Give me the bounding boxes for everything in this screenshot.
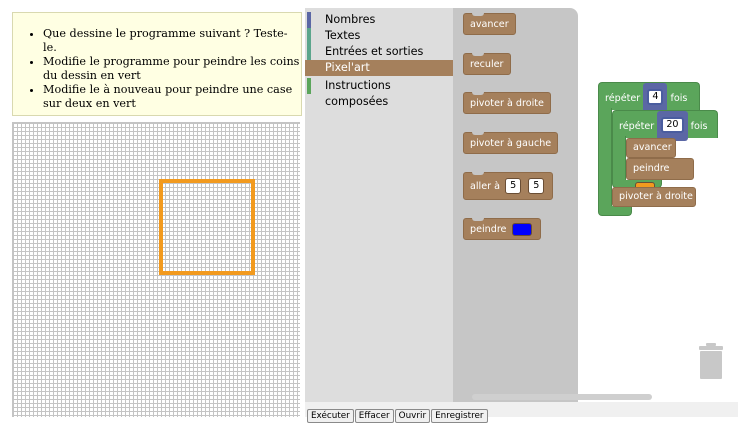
instruction-item: Modifie le programme pour peindre les co…	[43, 55, 301, 83]
block-reculer[interactable]: reculer	[463, 53, 511, 75]
category-nombres[interactable]: Nombres	[305, 12, 453, 28]
open-button[interactable]: Ouvrir	[394, 409, 431, 423]
block-label: reculer	[470, 59, 504, 70]
category-label: Pixel'art	[325, 61, 370, 74]
block-label: peindre	[633, 163, 670, 174]
drawn-orange-square	[159, 179, 255, 275]
repeat-count-slot: 20	[657, 111, 688, 141]
x-input[interactable]: 5	[505, 178, 522, 194]
save-button[interactable]: Enregistrer	[431, 409, 488, 423]
block-avancer[interactable]: avancer	[463, 13, 516, 35]
repeat-inner-arm	[612, 136, 626, 184]
category-color-swatch	[307, 28, 311, 44]
block-pivoter-droite[interactable]: pivoter à droite	[463, 92, 551, 114]
block-label: pivoter à gauche	[470, 138, 552, 149]
block-avancer-ws[interactable]: avancer	[626, 138, 676, 158]
blockly-toolbox: Nombres Textes Entrées et sorties Pixel'…	[305, 8, 453, 402]
block-peindre[interactable]: peindre	[463, 218, 541, 240]
repeat-inner-block[interactable]: répéter 20 fois	[612, 110, 718, 141]
category-textes[interactable]: Textes	[305, 28, 453, 44]
color-picker-blue[interactable]	[511, 222, 532, 236]
block-label: avancer	[633, 142, 672, 153]
category-pixelart[interactable]: Pixel'art	[305, 60, 453, 76]
pixel-grid-canvas	[12, 122, 300, 417]
blockly-flyout: avancer reculer pivoter à droite pivoter…	[453, 8, 578, 402]
instructions-panel: Que dessine le programme suivant ? Teste…	[12, 12, 302, 116]
block-label: peindre	[470, 224, 507, 235]
category-instructions-composees[interactable]: Instructions composées	[305, 78, 453, 108]
instructions-list: Que dessine le programme suivant ? Teste…	[13, 27, 301, 111]
block-peindre-ws[interactable]: peindre	[626, 158, 694, 195]
repeat-outer-arm	[598, 108, 612, 212]
block-aller-a[interactable]: aller à 5 5	[463, 172, 554, 200]
block-label: fois	[690, 121, 708, 132]
block-pivoter-droite-ws[interactable]: pivoter à droite	[612, 187, 696, 207]
category-label: Nombres	[325, 13, 376, 26]
category-color-swatch	[307, 60, 311, 76]
instruction-item: Que dessine le programme suivant ? Teste…	[43, 27, 301, 55]
category-color-swatch	[307, 12, 311, 28]
category-entrees-sorties[interactable]: Entrées et sorties	[305, 44, 453, 60]
repeat-count-slot: 4	[643, 83, 668, 113]
block-label: aller à	[470, 181, 500, 192]
category-label: Instructions composées	[325, 79, 391, 108]
y-input[interactable]: 5	[528, 178, 545, 194]
block-pivoter-gauche[interactable]: pivoter à gauche	[463, 132, 559, 154]
block-label: fois	[670, 93, 688, 104]
repeat-outer-block[interactable]: répéter 4 fois	[598, 82, 700, 113]
repeat-outer-count[interactable]: 4	[647, 89, 664, 105]
block-label: répéter	[619, 121, 655, 132]
category-label: Entrées et sorties	[325, 45, 424, 58]
horizontal-scrollbar[interactable]	[472, 394, 652, 400]
run-button[interactable]: Exécuter	[307, 409, 354, 423]
repeat-outer-bottom	[598, 206, 632, 216]
category-color-swatch	[307, 78, 311, 94]
block-label: avancer	[470, 19, 509, 30]
category-label: Textes	[325, 29, 361, 42]
clear-button[interactable]: Effacer	[354, 409, 394, 423]
block-label: répéter	[605, 93, 641, 104]
action-buttons: Exécuter Effacer Ouvrir Enregistrer	[307, 403, 489, 423]
block-label: pivoter à droite	[619, 191, 693, 202]
category-color-swatch	[307, 44, 311, 60]
repeat-inner-count[interactable]: 20	[661, 117, 684, 133]
instruction-item: Modifie le à nouveau pour peindre une ca…	[43, 83, 301, 111]
trash-icon[interactable]	[699, 343, 723, 379]
block-label: pivoter à droite	[470, 98, 544, 109]
